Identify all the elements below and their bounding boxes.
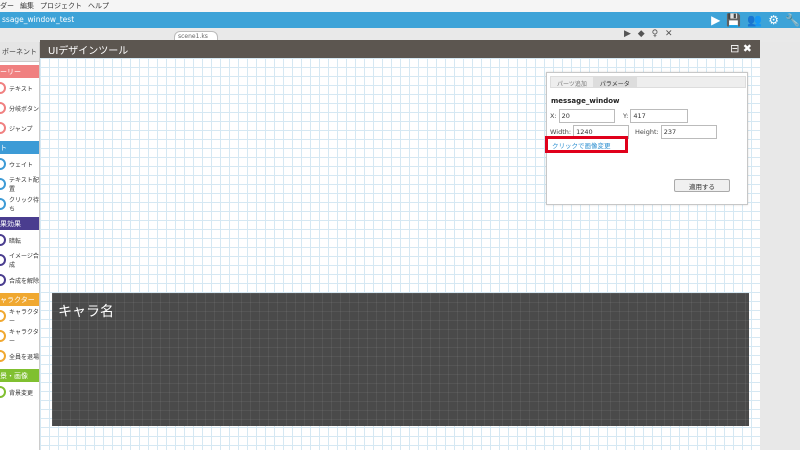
y-field-group: Y:	[623, 109, 689, 123]
component-label: クリック待ち	[9, 197, 40, 213]
users-icon[interactable]: 👥	[747, 13, 762, 27]
component-label: 分岐ボタン	[9, 105, 40, 113]
dialog-window-icons[interactable]: ⊟ ✖	[730, 42, 752, 55]
effect-icon	[0, 234, 6, 246]
component-character[interactable]: キャラクター	[0, 306, 39, 326]
parameter-tabs: パーツ追加 パラメータ	[550, 76, 746, 88]
component-release-compose[interactable]: 合成を解除	[0, 270, 39, 290]
category-character[interactable]: ャラクター	[0, 293, 39, 306]
component-label: イメージ合成	[9, 253, 39, 269]
character-icon	[0, 350, 6, 362]
category-story[interactable]: ーリー	[0, 65, 39, 78]
menu-item-project[interactable]: プロジェクト	[40, 1, 82, 11]
menu-item-view[interactable]: ダー	[0, 1, 14, 11]
text-icon	[0, 178, 6, 190]
parameter-panel: パーツ追加 パラメータ message_window X: Y: Width: …	[545, 72, 748, 205]
menu-item-help[interactable]: ヘルプ	[88, 1, 109, 11]
component-bg-change[interactable]: 背景変更	[0, 382, 39, 402]
story-icon	[0, 122, 6, 134]
text-icon	[0, 198, 6, 210]
component-label: 背景変更	[9, 389, 34, 397]
height-label: Height:	[635, 128, 659, 136]
component-branch-button[interactable]: 分岐ボタン	[0, 98, 39, 118]
width-label: Width:	[550, 128, 572, 136]
project-name: ssage_window_test	[2, 15, 75, 24]
y-input[interactable]	[630, 109, 689, 123]
category-text[interactable]: ト	[0, 141, 39, 154]
project-titlebar: ssage_window_test ▶ 💾 👥 ⚙ 🔧	[0, 12, 800, 28]
component-label: テキスト	[9, 85, 33, 93]
component-label: キャラクター	[9, 329, 39, 345]
component-jump[interactable]: ジャンプ	[0, 118, 39, 138]
part-name: message_window	[551, 97, 620, 105]
component-text[interactable]: テキスト	[0, 78, 39, 98]
component-all-exit[interactable]: 全員を退場	[0, 346, 39, 366]
height-input[interactable]	[660, 125, 717, 139]
background-icon	[0, 386, 6, 398]
component-panel: ポーネント ーリー テキスト 分岐ボタン ジャンプ ト ウェイト テキスト配置 …	[0, 42, 40, 450]
height-field-group: Height:	[635, 125, 717, 139]
wrench-icon[interactable]: 🔧	[785, 13, 800, 27]
component-text-position[interactable]: テキスト配置	[0, 174, 39, 194]
component-label: 暗転	[9, 237, 22, 245]
component-label: 合成を解除	[9, 277, 40, 285]
story-icon	[0, 82, 6, 94]
y-label: Y:	[623, 112, 629, 120]
component-label: ウェイト	[9, 161, 34, 169]
menu-bar: ダー 編集 プロジェクト ヘルプ	[0, 0, 800, 12]
change-image-link[interactable]: クリックで画像変更	[545, 136, 628, 153]
play-icon[interactable]: ▶	[711, 13, 720, 27]
text-icon	[0, 158, 6, 170]
effect-icon	[0, 254, 6, 266]
ui-design-dialog: UIデザインツール ⊟ ✖ パーツ追加 パラメータ message_window…	[40, 40, 760, 450]
category-effect[interactable]: 果効果	[0, 217, 39, 230]
design-canvas[interactable]: パーツ追加 パラメータ message_window X: Y: Width: …	[40, 58, 760, 450]
component-blackout[interactable]: 暗転	[0, 230, 39, 250]
tab-parameters[interactable]: パラメータ	[593, 77, 637, 88]
x-input[interactable]	[558, 109, 615, 123]
character-icon	[0, 330, 6, 342]
component-image-compose[interactable]: イメージ合成	[0, 250, 39, 270]
component-wait[interactable]: ウェイト	[0, 154, 39, 174]
save-icon[interactable]: 💾	[726, 13, 741, 27]
apply-button[interactable]: 適用する	[674, 179, 730, 192]
menu-item-edit[interactable]: 編集	[20, 1, 34, 11]
gear-icon[interactable]: ⚙	[768, 13, 779, 27]
component-label: ジャンプ	[9, 125, 33, 133]
x-field-group: X:	[550, 109, 615, 123]
story-icon	[0, 102, 6, 114]
dialog-header: UIデザインツール ⊟ ✖	[40, 40, 760, 58]
effect-icon	[0, 274, 6, 286]
component-label: キャラクター	[9, 309, 39, 325]
dialog-title: UIデザインツール	[48, 45, 129, 57]
character-icon	[0, 310, 6, 322]
tab-add-parts[interactable]: パーツ追加	[551, 77, 594, 88]
component-label: テキスト配置	[9, 177, 39, 193]
character-name-label: キャラ名	[58, 304, 114, 320]
message-window-preview[interactable]: キャラ名	[52, 293, 749, 426]
component-click-wait[interactable]: クリック待ち	[0, 194, 39, 214]
tab-components[interactable]: ポーネント	[0, 42, 39, 62]
component-label: 全員を退場	[9, 353, 40, 361]
x-label: X:	[550, 112, 557, 120]
tab-tool-icons[interactable]: ▶ ◆ ♀ ✕	[624, 29, 675, 39]
category-background[interactable]: 景・画像	[0, 369, 39, 382]
component-character-2[interactable]: キャラクター	[0, 326, 39, 346]
